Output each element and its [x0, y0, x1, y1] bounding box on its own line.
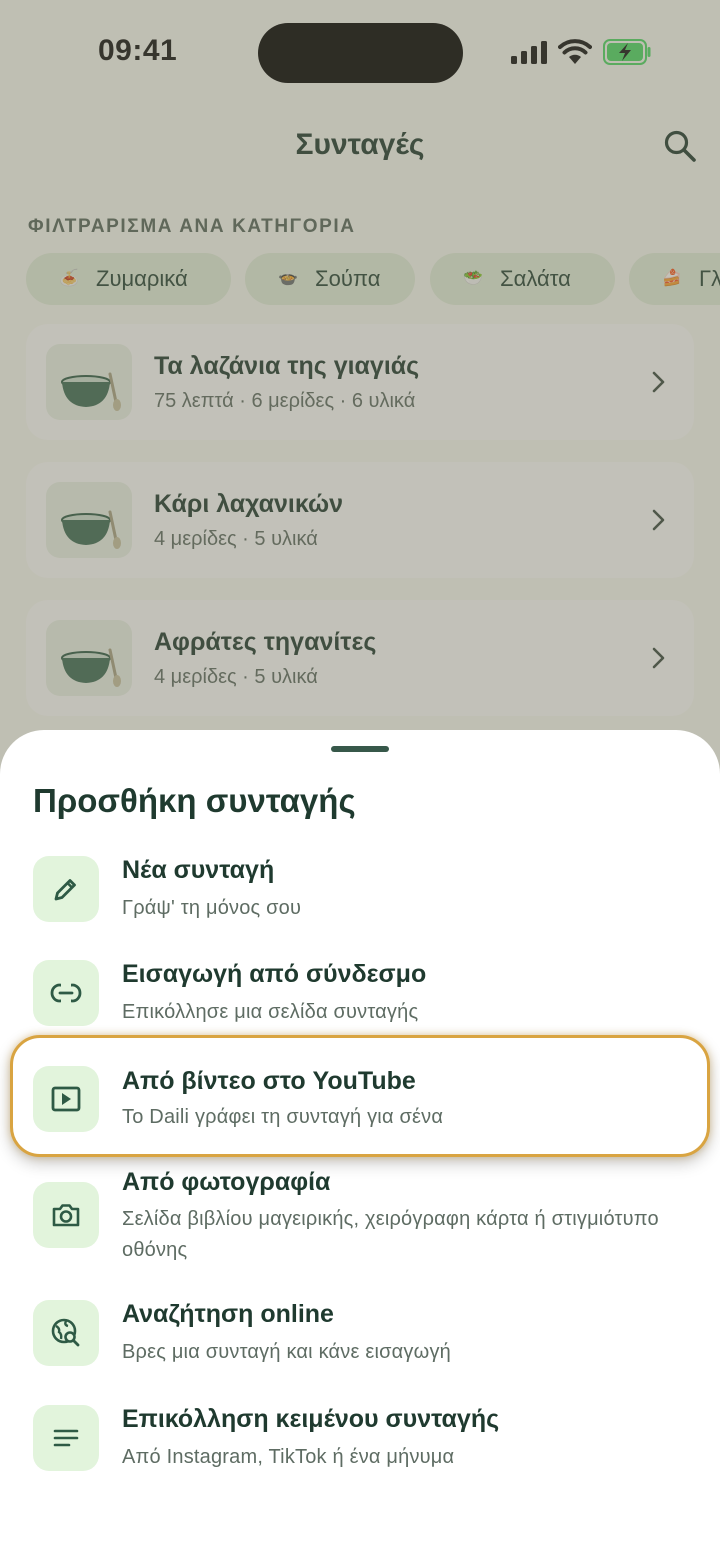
option-title: Αναζήτηση online: [122, 1300, 334, 1328]
option-subtitle: Το Daili γράφει τη συνταγή για σένα: [122, 1106, 444, 1128]
sheet-drag-handle[interactable]: [331, 746, 389, 752]
text-lines-icon: [53, 1429, 79, 1447]
option-title: Νέα συνταγή: [122, 856, 275, 884]
option-icon-box: [33, 1405, 99, 1471]
add-recipe-sheet: Προσθήκη συνταγής Νέα συνταγή Γράψ' τη μ…: [0, 730, 720, 1564]
sheet-title: Προσθήκη συνταγής: [33, 782, 356, 819]
option-subtitle: Από Instagram, TikTok ή ένα μήνυμα: [122, 1446, 455, 1468]
option-subtitle: Σελίδα βιβλίου μαγειρικής, χειρόγραφη κά…: [122, 1208, 659, 1261]
option-search-online[interactable]: Αναζήτηση online Βρες μια συνταγή και κά…: [0, 1298, 720, 1388]
option-subtitle: Γράψ' τη μόνος σου: [122, 897, 302, 919]
option-subtitle: Επικόλλησε μια σελίδα συνταγής: [122, 1001, 419, 1023]
pencil-icon: [54, 879, 76, 901]
option-title: Από βίντεο στο YouTube: [122, 1067, 416, 1095]
globe-search-icon: [51, 1318, 80, 1347]
option-paste-text[interactable]: Επικόλληση κειμένου συνταγής Από Instagr…: [0, 1403, 720, 1493]
option-title: Από φωτογραφία: [122, 1168, 331, 1196]
option-icon-box: [33, 1300, 99, 1366]
option-icon-box: [33, 1182, 99, 1248]
option-subtitle: Βρες μια συνταγή και κάνε εισαγωγή: [122, 1341, 451, 1363]
video-icon: [51, 1086, 81, 1112]
option-from-photo[interactable]: Από φωτογραφία Σελίδα βιβλίου μαγειρικής…: [0, 1166, 720, 1276]
link-icon: [50, 983, 82, 1003]
option-title: Εισαγωγή από σύνδεσμο: [122, 960, 427, 988]
option-icon-box: [33, 960, 99, 1026]
option-title: Επικόλληση κειμένου συνταγής: [122, 1405, 500, 1433]
option-icon-box: [33, 856, 99, 922]
option-icon-box: [33, 1066, 99, 1132]
camera-icon: [52, 1204, 80, 1227]
recipes-screen: 09:41 Συνταγές ΦΙΛΤΡΑΡΙΣΜΑ ΑΝΑ ΚΑΤΗΓΟΡΙΑ…: [0, 0, 720, 1564]
option-new-recipe[interactable]: Νέα συνταγή Γράψ' τη μόνος σου: [0, 854, 720, 944]
option-youtube-highlight[interactable]: Από βίντεο στο YouTube Το Daili γράφει τ…: [10, 1035, 710, 1157]
